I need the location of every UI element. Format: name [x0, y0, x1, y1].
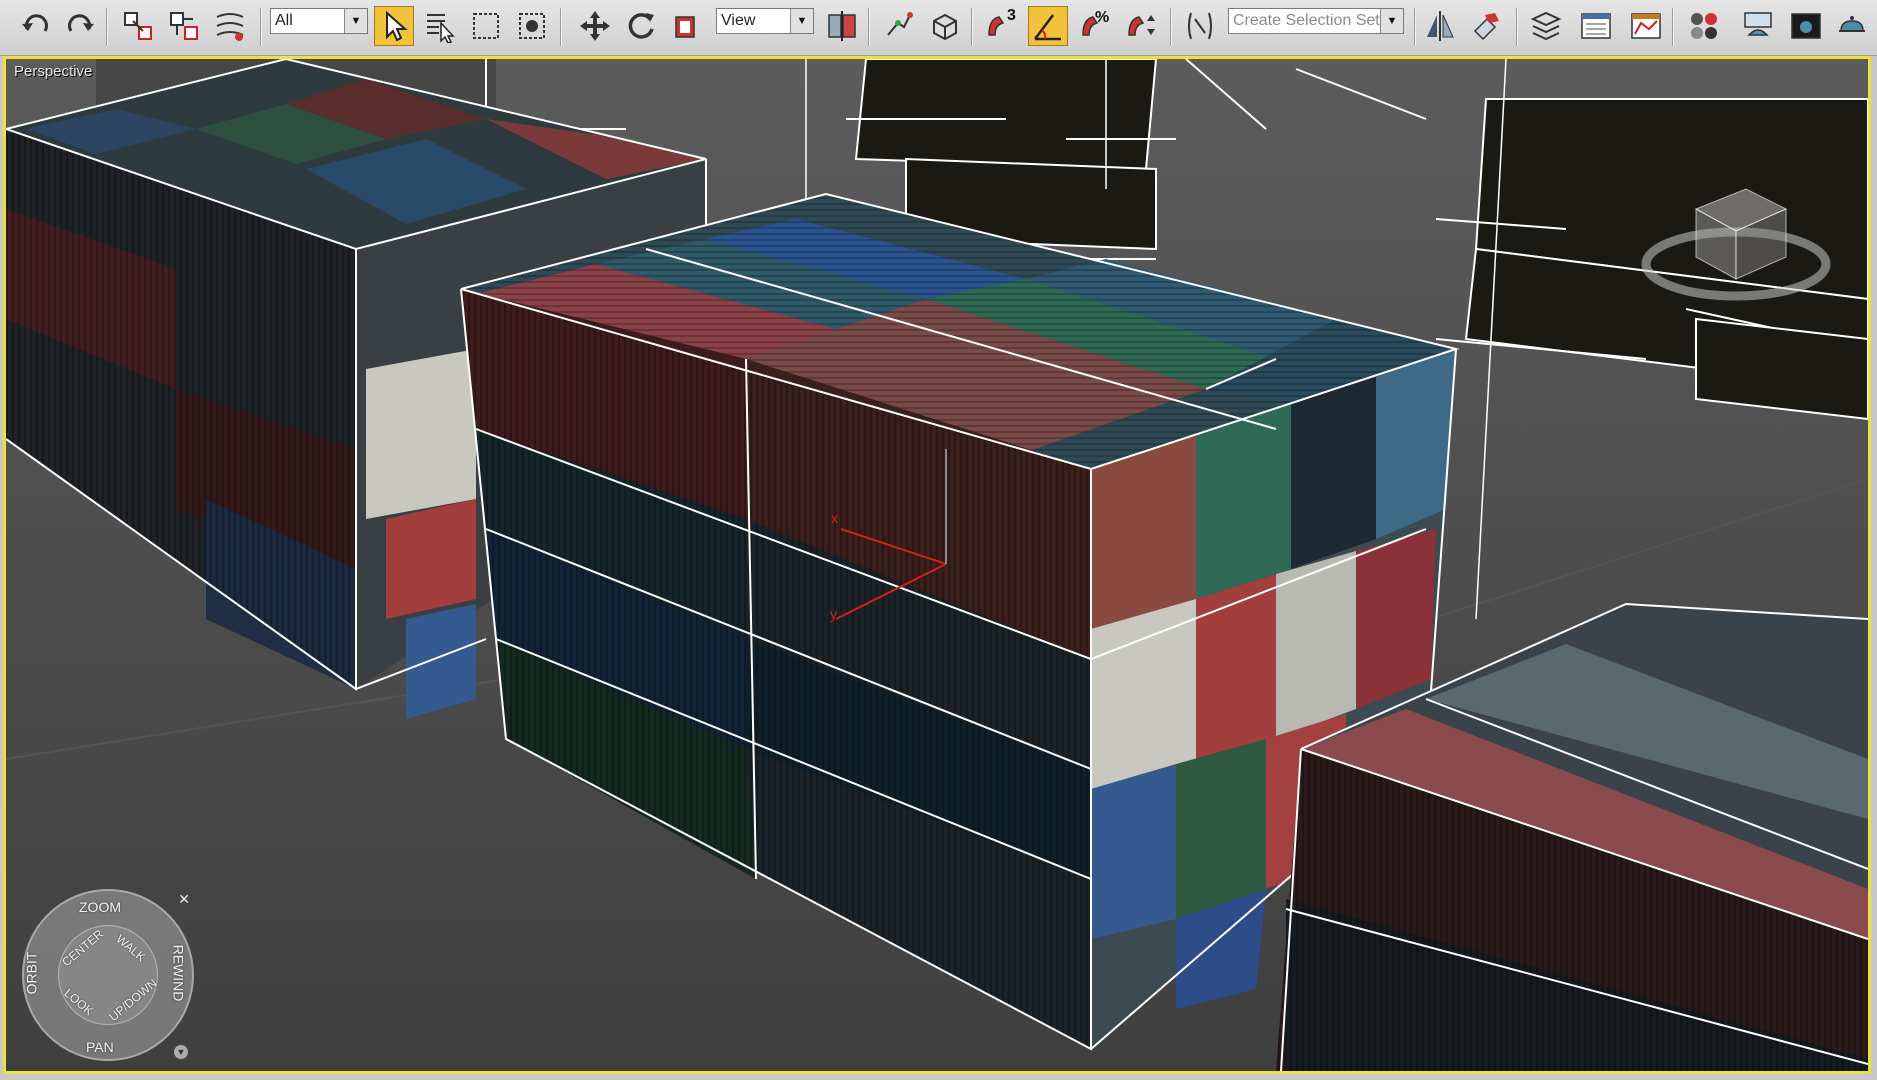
percent-snap-label: %: [1095, 9, 1110, 26]
named-selection-sets-value: Create Selection Set: [1233, 12, 1380, 29]
select-and-scale-icon[interactable]: [667, 6, 707, 46]
select-by-name-icon[interactable]: [420, 6, 460, 46]
wheel-rewind[interactable]: REWIND: [170, 945, 186, 1002]
viewcube-icon[interactable]: [1636, 169, 1836, 309]
unlink-selection-icon[interactable]: [164, 6, 204, 46]
perspective-viewport[interactable]: x y Perspective ZOOM PAN ORBIT REWIND CE…: [3, 56, 1871, 1074]
reference-coordinate-dropdown[interactable]: View ▼: [716, 8, 814, 34]
window-crossing-icon[interactable]: [512, 6, 552, 46]
angle-snap-toggle-icon[interactable]: [1028, 6, 1068, 46]
spinner-snap-toggle-icon[interactable]: [1120, 6, 1160, 46]
select-and-rotate-icon[interactable]: [621, 6, 661, 46]
select-and-link-icon[interactable]: [118, 6, 158, 46]
graphite-modeling-tools-icon[interactable]: [1576, 6, 1616, 46]
wheel-pan[interactable]: PAN: [86, 1039, 114, 1055]
rectangular-selection-region-icon[interactable]: [466, 6, 506, 46]
render-production-icon[interactable]: [1832, 6, 1872, 46]
chevron-down-icon: ▼: [790, 9, 813, 33]
percent-snap-toggle-icon[interactable]: %: [1074, 6, 1114, 46]
select-object-icon[interactable]: [374, 6, 414, 46]
select-and-move-icon[interactable]: [575, 6, 615, 46]
bind-to-space-warp-icon[interactable]: [210, 6, 250, 46]
layer-manager-icon[interactable]: [1526, 6, 1566, 46]
material-editor-icon[interactable]: [1684, 6, 1724, 46]
render-setup-icon[interactable]: [1738, 6, 1778, 46]
gizmo-y-label: y: [830, 606, 837, 622]
named-selection-sets-dropdown[interactable]: Create Selection Set ▼: [1228, 8, 1404, 34]
steering-wheel-inner-ring: [58, 925, 158, 1025]
steering-wheel[interactable]: ZOOM PAN ORBIT REWIND CENTER WALK LOOK U…: [22, 889, 194, 1061]
edit-named-selection-sets-icon[interactable]: [1180, 6, 1220, 46]
selection-filter-value: All: [275, 12, 293, 29]
chevron-down-icon[interactable]: ▼: [174, 1045, 188, 1059]
chevron-down-icon: ▼: [1380, 9, 1403, 33]
main-toolbar: All ▼ View ▼ 3 % Create Selection Set ▼: [0, 0, 1877, 56]
curve-editor-icon[interactable]: [1626, 6, 1666, 46]
close-icon[interactable]: ✕: [178, 891, 190, 908]
keyboard-shortcut-override-icon[interactable]: [925, 6, 965, 46]
mirror-icon[interactable]: [1420, 6, 1460, 46]
reference-coordinate-value: View: [721, 12, 756, 29]
selection-filter-dropdown[interactable]: All ▼: [270, 8, 368, 34]
wheel-orbit[interactable]: ORBIT: [23, 952, 39, 995]
gizmo-x-label: x: [831, 510, 838, 526]
use-pivot-point-center-icon[interactable]: [822, 6, 862, 46]
wheel-zoom[interactable]: ZOOM: [79, 899, 121, 915]
rendered-frame-window-icon[interactable]: [1786, 6, 1826, 46]
snaps-toggle-icon[interactable]: 3: [980, 6, 1020, 46]
scene-render: x y: [6, 59, 1868, 1071]
select-and-manipulate-icon[interactable]: [879, 6, 919, 46]
align-icon[interactable]: [1466, 6, 1506, 46]
snaps-dimension-label: 3: [1007, 7, 1016, 24]
redo-icon[interactable]: [60, 6, 100, 46]
undo-icon[interactable]: [16, 6, 56, 46]
viewport-label[interactable]: Perspective: [14, 63, 92, 80]
chevron-down-icon: ▼: [344, 9, 367, 33]
